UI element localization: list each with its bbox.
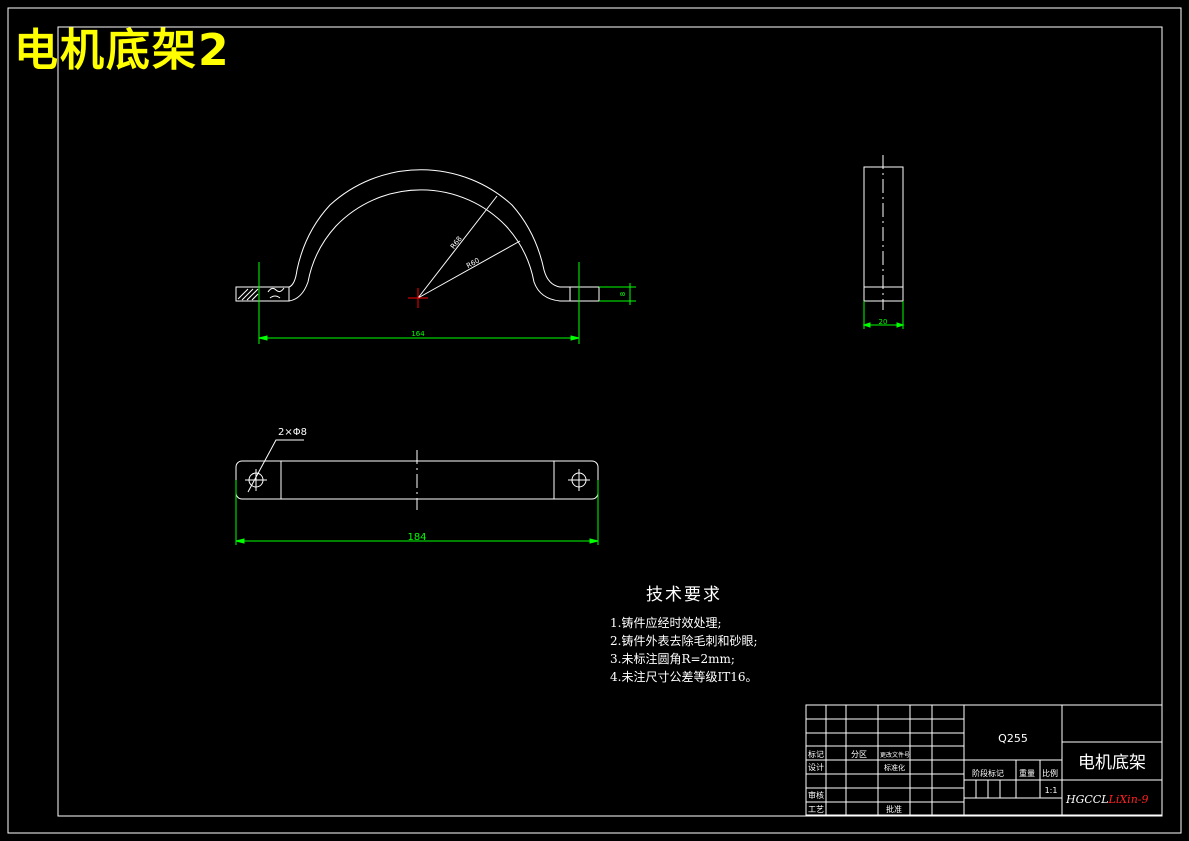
right-flange (569, 286, 600, 302)
tb-label-mark: 标记 (808, 749, 824, 759)
drawing-title: 电机底架2 (14, 25, 231, 76)
dim-front-thickness: 8 (619, 292, 627, 296)
left-flange (235, 286, 290, 302)
dim-front-length: 164 (411, 330, 425, 338)
flange-hatch (237, 288, 259, 301)
tb-code: HGCCLLiXin-9 (1065, 793, 1149, 806)
tb-label-standardize: 标准化 (884, 763, 905, 772)
tb-label-design: 设计 (808, 762, 824, 772)
inner-arch (288, 189, 570, 302)
tech-requirement-item: 3.未标注圆角R=2mm; (610, 652, 735, 666)
front-center-mark (408, 288, 428, 308)
dim-holes: 2×Φ8 (278, 427, 307, 438)
tb-label-review: 审核 (808, 790, 824, 800)
tb-material: Q255 (998, 732, 1028, 745)
tb-label-weight: 重量 (1019, 768, 1035, 778)
inner-frame (57, 26, 1163, 817)
front-dimensions (258, 262, 636, 344)
tb-part-name: 电机底架 (1078, 753, 1146, 773)
tb-label-change-doc: 更改文件号 (880, 751, 910, 759)
tb-label-approve: 批准 (886, 804, 902, 814)
dim-radius-outer: R68 (449, 235, 464, 251)
break-line (267, 287, 285, 299)
top-view (235, 439, 599, 510)
tech-requirements-list: 1.铸件应经时效处理; 2.铸件外表去除毛刺和砂眼; 3.未标注圆角R=2mm;… (610, 614, 758, 686)
dim-radius-inner: R60 (465, 256, 481, 270)
tb-label-process: 工艺 (808, 805, 824, 814)
outer-frame (7, 7, 1182, 834)
side-view (863, 155, 904, 310)
dim-side-width: 20 (879, 318, 888, 326)
drawing-sheet: 164 8 R68 R60 20 2×Φ8 184 Q255 电机底架 1:1 … (7, 7, 1182, 834)
tech-requirement-item: 1.铸件应经时效处理; (610, 616, 722, 630)
tb-label-stage: 阶段标记 (972, 768, 1004, 778)
tech-requirements-heading: 技术要求 (646, 585, 722, 605)
tb-label-ratio: 比例 (1042, 768, 1058, 778)
outer-arch (288, 169, 570, 288)
tech-requirement-item: 2.铸件外表去除毛刺和砂眼; (610, 634, 758, 648)
tb-code-red: LiXin-9 (1108, 793, 1149, 806)
front-view (235, 169, 600, 302)
tech-requirement-item: 4.未注尺寸公差等级IT16。 (610, 670, 758, 684)
tb-scale: 1:1 (1045, 786, 1058, 795)
dim-top-length: 184 (407, 532, 426, 543)
tb-label-zone: 分区 (851, 750, 867, 759)
